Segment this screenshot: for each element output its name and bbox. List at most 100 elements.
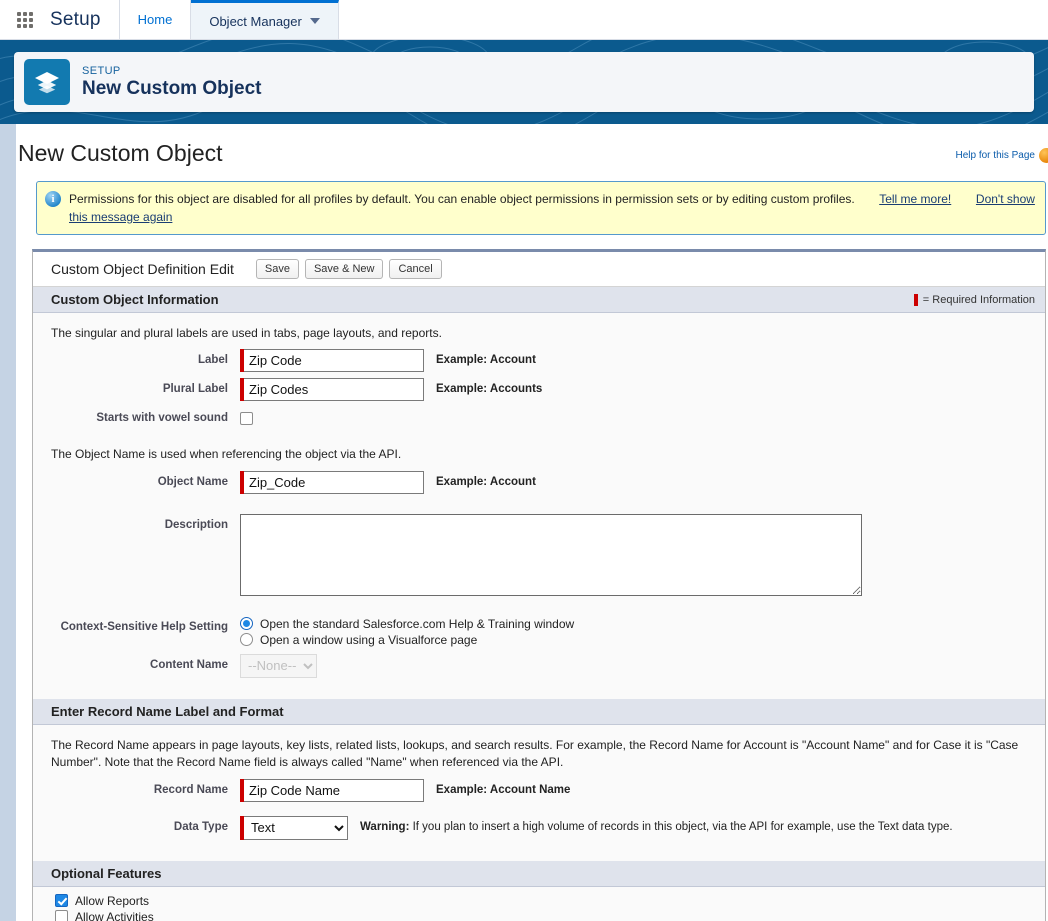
radio-standard-help-label: Open the standard Salesforce.com Help & …: [260, 616, 575, 631]
starts-with-vowel-label: Starts with vowel sound: [96, 412, 228, 425]
cancel-button[interactable]: Cancel: [389, 259, 442, 279]
section-body-record-name: The Record Name appears in page layouts,…: [33, 724, 1045, 861]
field-row-plural-label: Plural Label Example: Accounts: [33, 375, 1045, 404]
allow-activities-checkbox[interactable]: [55, 910, 68, 921]
setup-label: Setup: [50, 8, 101, 30]
field-row-content-name: Content Name --None--: [33, 651, 1045, 681]
nav-tabs: Home Object Manager: [118, 0, 339, 39]
tell-me-more-link[interactable]: Tell me more!: [879, 192, 951, 206]
description-field-label: Description: [164, 518, 228, 531]
setup-header-meta: SETUP New Custom Object: [82, 65, 261, 100]
section-header-custom-object-information: Custom Object Information = Required Inf…: [33, 287, 1045, 313]
data-type-warning-text: If you plan to insert a high volume of r…: [409, 820, 953, 833]
description-field-control: [240, 513, 862, 596]
info-message-body: Permissions for this object are disabled…: [69, 192, 855, 206]
record-name-field-label: Record Name: [153, 783, 228, 796]
field-row-help-setting: Context-Sensitive Help Setting Open the …: [33, 613, 1045, 651]
object-name-example: Example: Account: [436, 475, 536, 488]
section-title: Optional Features: [51, 865, 162, 881]
page-heading-row: New Custom Object Help for this Page: [16, 124, 1048, 167]
data-type-field-label: Data Type: [173, 820, 228, 833]
section-body-optional-features: Allow Reports Allow Activities Track Fie…: [33, 886, 1045, 921]
record-name-example: Example: Account Name: [436, 783, 571, 796]
starts-with-vowel-control: [240, 407, 253, 426]
help-setting-option-visualforce[interactable]: Open a window using a Visualforce page: [240, 632, 477, 648]
plural-label-field-control: Example: Accounts: [240, 378, 543, 402]
page-title: New Custom Object: [18, 140, 223, 166]
page-body: New Custom Object Help for this Page i P…: [0, 124, 1048, 921]
starts-with-vowel-checkbox[interactable]: [240, 412, 253, 426]
tab-object-manager-label: Object Manager: [209, 13, 302, 29]
setup-page-title: New Custom Object: [82, 77, 262, 99]
labels-help-text: The singular and plural labels are used …: [51, 326, 442, 340]
field-row-record-name: Record Name Example: Account Name: [33, 776, 1045, 805]
help-setting-field-label: Context-Sensitive Help Setting: [60, 620, 228, 633]
setup-header-card: SETUP New Custom Object: [14, 52, 1034, 112]
section-title: Enter Record Name Label and Format: [51, 703, 284, 719]
plural-label-example: Example: Accounts: [436, 383, 543, 396]
record-name-field-control: Example: Account Name: [240, 778, 571, 802]
section-header-optional-features: Optional Features: [33, 860, 1045, 887]
label-field-label: Label: [197, 354, 228, 367]
data-type-select[interactable]: Text: [244, 815, 348, 840]
save-and-new-button[interactable]: Save & New: [304, 259, 384, 279]
label-input[interactable]: [244, 349, 424, 373]
description-textarea[interactable]: [240, 513, 862, 596]
info-message: i Permissions for this object are disabl…: [36, 181, 1046, 235]
required-note-label: = Required Information: [922, 293, 1035, 306]
global-nav: Setup Home Object Manager: [0, 0, 1048, 40]
waffle-grid-icon: [17, 11, 33, 28]
setup-eyebrow: SETUP: [82, 64, 121, 77]
data-type-warning-prefix: Warning:: [360, 820, 410, 833]
info-message-text: Permissions for this object are disabled…: [69, 190, 1035, 226]
help-setting-option-standard[interactable]: Open the standard Salesforce.com Help & …: [240, 616, 574, 632]
help-for-this-page-link[interactable]: Help for this Page: [956, 148, 1048, 163]
tab-object-manager[interactable]: Object Manager: [191, 0, 339, 39]
radio-visualforce-help-label: Open a window using a Visualforce page: [260, 632, 478, 647]
custom-object-edit-block: Custom Object Definition Edit Save Save …: [32, 249, 1046, 921]
tab-home[interactable]: Home: [119, 0, 192, 39]
field-row-label: Label Example: Account: [33, 346, 1045, 375]
record-name-help-text: The Record Name appears in page layouts,…: [51, 737, 1019, 770]
allow-reports-label: Allow Reports: [75, 893, 150, 908]
help-link-label: Help for this Page: [955, 150, 1036, 161]
app-launcher-button[interactable]: [0, 0, 50, 39]
edit-toolbar-title: Custom Object Definition Edit: [51, 261, 234, 277]
layers-stack-glyph: [35, 72, 59, 94]
required-information-note: = Required Information: [913, 293, 1035, 306]
allow-reports-checkbox[interactable]: [55, 894, 68, 908]
chevron-down-icon[interactable]: [309, 18, 320, 24]
feature-row-allow-activities[interactable]: Allow Activities: [33, 909, 1045, 921]
record-name-input[interactable]: [244, 778, 424, 802]
label-example: Example: Account: [436, 354, 536, 367]
label-field-control: Example: Account: [240, 349, 536, 373]
object-name-field-control: Example: Account: [240, 470, 536, 494]
content-name-select[interactable]: --None--: [240, 653, 317, 678]
save-button[interactable]: Save: [255, 259, 299, 279]
object-name-input[interactable]: [244, 470, 424, 494]
info-icon: i: [45, 191, 61, 207]
tab-home-label: Home: [137, 12, 173, 27]
data-type-field-control: Text Warning: If you plan to insert a hi…: [240, 815, 953, 840]
plural-label-input[interactable]: [244, 378, 424, 402]
help-orb-icon[interactable]: [1039, 148, 1048, 163]
sidebar-rail[interactable]: [0, 124, 16, 921]
section-header-record-name: Enter Record Name Label and Format: [33, 698, 1045, 725]
feature-row-allow-reports[interactable]: Allow Reports: [33, 893, 1045, 909]
plural-label-field-label: Plural Label: [162, 383, 228, 396]
page-content: New Custom Object Help for this Page i P…: [16, 124, 1048, 921]
allow-activities-label: Allow Activities: [75, 909, 154, 921]
radio-standard-help[interactable]: [240, 617, 253, 631]
object-name-field-label: Object Name: [157, 475, 228, 488]
layers-stack-icon: [24, 59, 70, 105]
field-row-object-name: Object Name Example: Account: [33, 468, 1045, 497]
required-marker-icon: [913, 293, 918, 306]
radio-visualforce-help[interactable]: [240, 633, 253, 647]
field-row-data-type: Data Type Text Warning: If you plan to i…: [33, 813, 1045, 843]
edit-toolbar: Custom Object Definition Edit Save Save …: [33, 252, 1045, 287]
